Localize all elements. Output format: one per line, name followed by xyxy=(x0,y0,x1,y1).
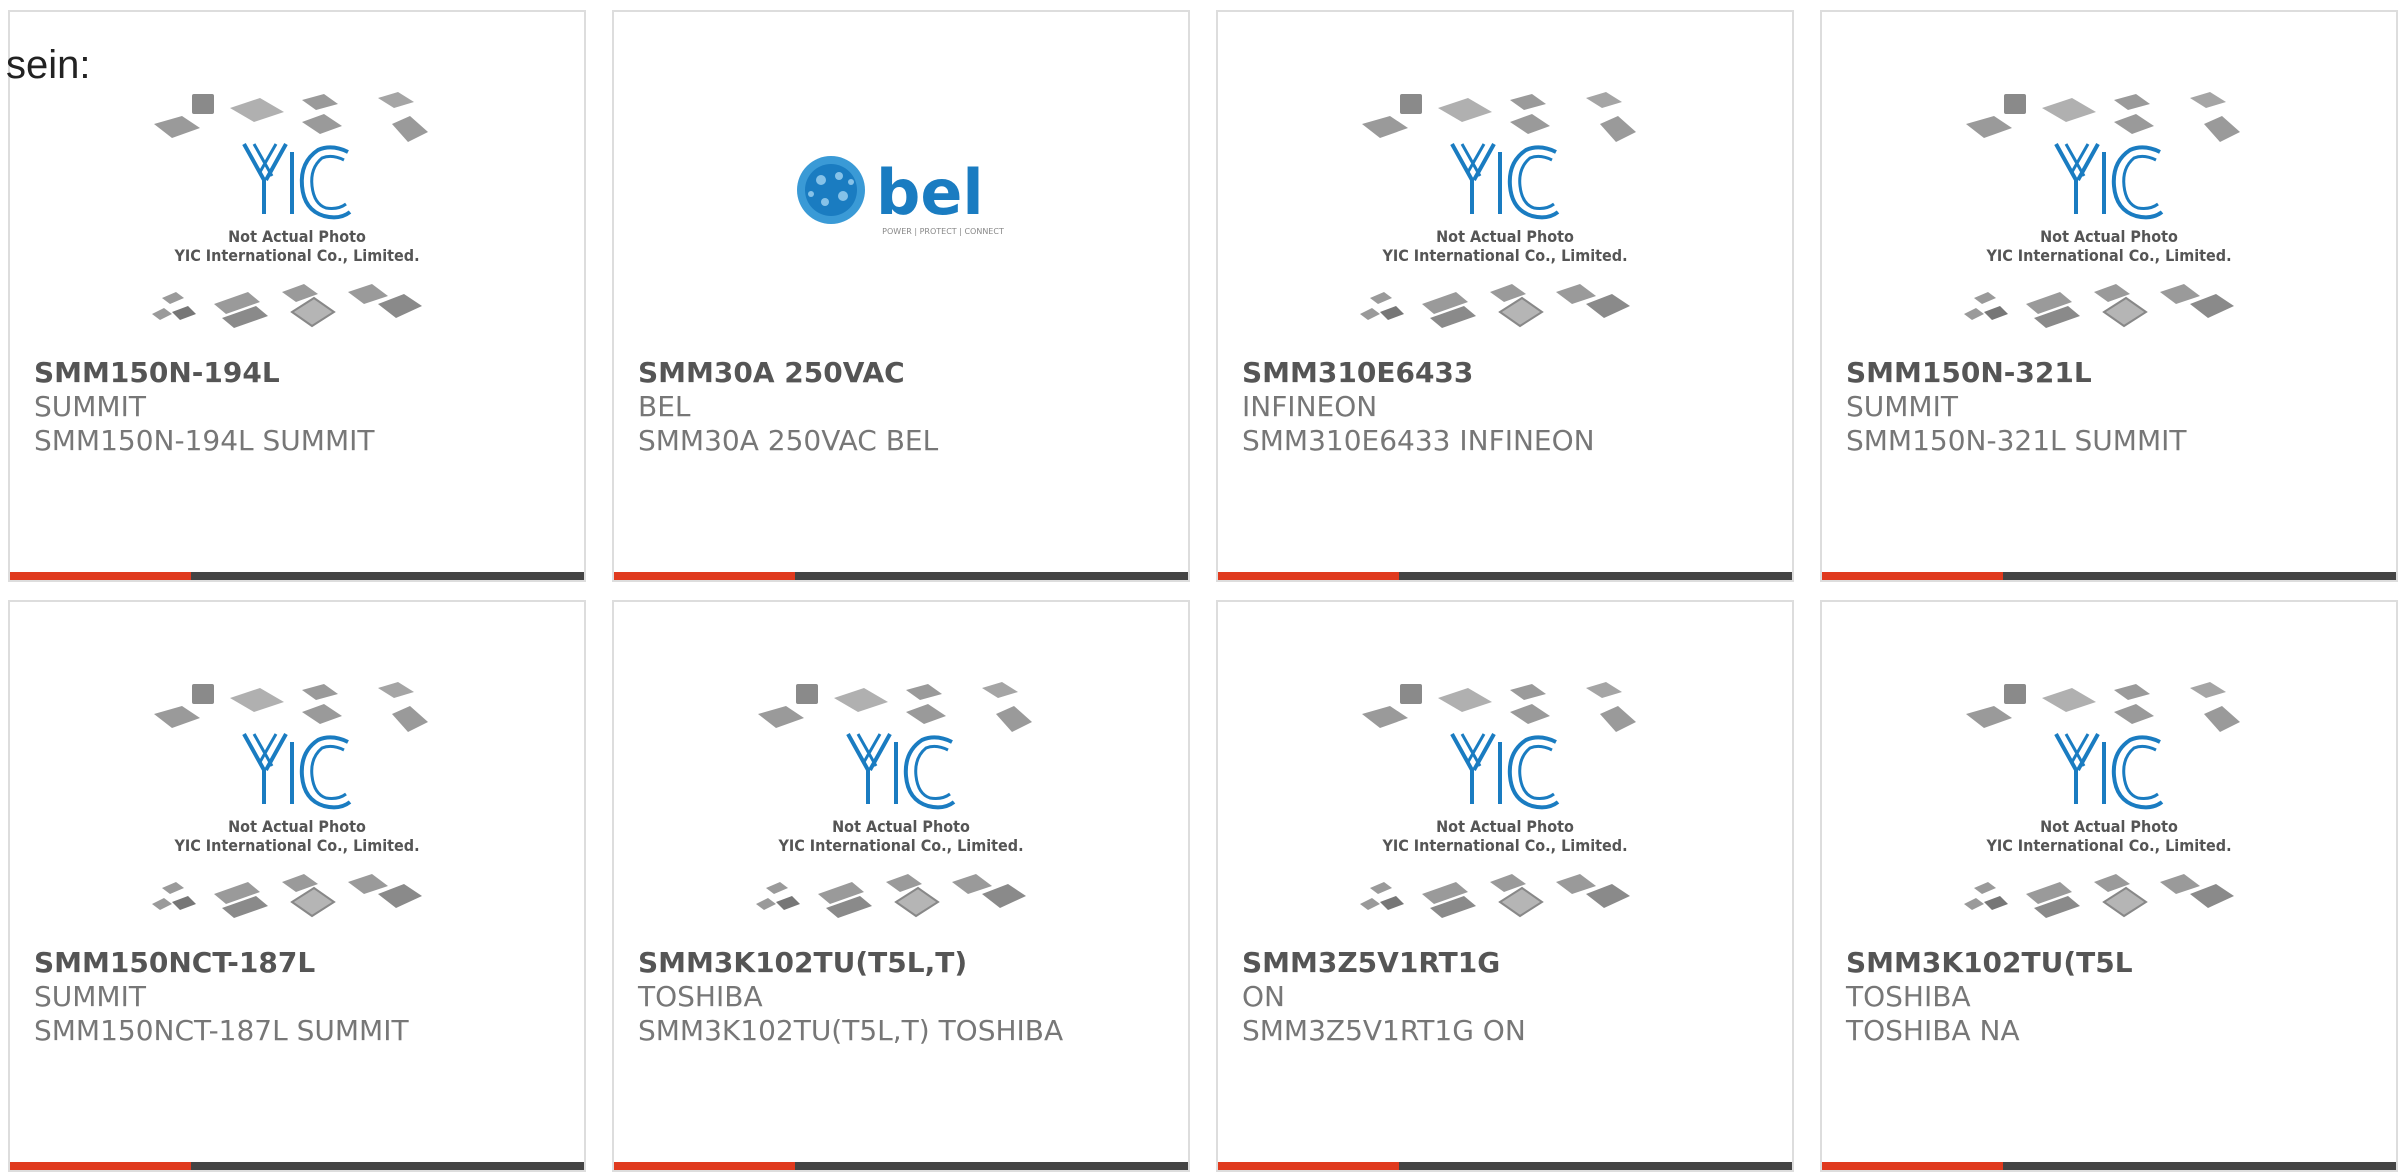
manufacturer: INFINEON xyxy=(1242,390,1378,423)
card-bottom-bar xyxy=(614,572,1188,580)
product-card[interactable]: bel POWER | PROTECT | CONNECT SMM30A 250… xyxy=(612,10,1190,582)
card-accent-bar xyxy=(1822,1162,2003,1170)
product-info: SMM3K102TU(T5L TOSHIBA TOSHIBA NA xyxy=(1846,946,2376,1048)
manufacturer: ON xyxy=(1242,980,1285,1013)
placeholder-line-1: Not Actual Photo xyxy=(1436,817,1574,836)
card-bottom-bar xyxy=(1218,1162,1792,1170)
card-accent-bar xyxy=(1822,572,2003,580)
description: SMM150NCT-187L SUMMIT xyxy=(34,1014,409,1047)
placeholder-line-1: Not Actual Photo xyxy=(228,227,366,246)
product-card[interactable]: Not Actual Photo YIC International Co., … xyxy=(8,10,586,582)
card-bottom-bar xyxy=(1822,1162,2396,1170)
product-image[interactable]: Not Actual Photo YIC International Co., … xyxy=(1218,92,1792,362)
placeholder-line-2: YIC International Co., Limited. xyxy=(1985,246,2231,265)
product-info: SMM150N-321L SUMMIT SMM150N-321L SUMMIT xyxy=(1846,356,2376,458)
product-image[interactable]: bel POWER | PROTECT | CONNECT xyxy=(614,92,1188,362)
bel-logo-icon: bel POWER | PROTECT | CONNECT xyxy=(797,156,1004,236)
manufacturer: TOSHIBA xyxy=(638,980,763,1013)
manufacturer: SUMMIT xyxy=(34,980,146,1013)
card-bottom-bar xyxy=(614,1162,1188,1170)
product-info: SMM3K102TU(T5L,T) TOSHIBA SMM3K102TU(T5L… xyxy=(638,946,1168,1048)
product-info: SMM30A 250VAC BEL SMM30A 250VAC BEL xyxy=(638,356,1168,458)
not-actual-photo-placeholder-icon: Not Actual Photo YIC International Co., … xyxy=(1964,92,2240,328)
product-info: SMM150NCT-187L SUMMIT SMM150NCT-187L SUM… xyxy=(34,946,564,1048)
card-bottom-bar xyxy=(10,572,584,580)
card-accent-bar xyxy=(10,572,191,580)
card-bottom-bar xyxy=(1822,572,2396,580)
placeholder-line-2: YIC International Co., Limited. xyxy=(1381,246,1627,265)
placeholder-line-1: Not Actual Photo xyxy=(1436,227,1574,246)
intro-text: sein: xyxy=(6,43,91,87)
manufacturer: TOSHIBA xyxy=(1846,980,1971,1013)
product-card[interactable]: Not Actual Photo YIC International Co., … xyxy=(1216,10,1794,582)
manufacturer: BEL xyxy=(638,390,691,423)
placeholder-line-1: Not Actual Photo xyxy=(228,817,366,836)
description: SMM150N-194L SUMMIT xyxy=(34,424,375,457)
product-card[interactable]: Not Actual Photo YIC International Co., … xyxy=(1216,600,1794,1172)
product-image[interactable]: Not Actual Photo YIC International Co., … xyxy=(1218,682,1792,952)
card-accent-bar xyxy=(10,1162,191,1170)
part-number[interactable]: SMM3Z5V1RT1G xyxy=(1242,946,1772,980)
card-accent-bar xyxy=(614,1162,795,1170)
not-actual-photo-placeholder-icon: Not Actual Photo YIC International Co., … xyxy=(152,92,428,328)
part-number[interactable]: SMM150N-194L xyxy=(34,356,564,390)
not-actual-photo-placeholder-icon: Not Actual Photo YIC International Co., … xyxy=(756,682,1032,918)
product-card[interactable]: Not Actual Photo YIC International Co., … xyxy=(8,600,586,1172)
not-actual-photo-placeholder-icon: Not Actual Photo YIC International Co., … xyxy=(1360,682,1636,918)
product-image[interactable]: Not Actual Photo YIC International Co., … xyxy=(10,682,584,952)
bel-wordmark: bel xyxy=(876,156,984,229)
placeholder-line-1: Not Actual Photo xyxy=(832,817,970,836)
card-accent-bar xyxy=(1218,572,1399,580)
bel-tagline: POWER | PROTECT | CONNECT xyxy=(882,227,1004,236)
product-card[interactable]: Not Actual Photo YIC International Co., … xyxy=(1820,10,2398,582)
product-card[interactable]: Not Actual Photo YIC International Co., … xyxy=(1820,600,2398,1172)
placeholder-line-2: YIC International Co., Limited. xyxy=(173,246,419,265)
description: SMM3Z5V1RT1G ON xyxy=(1242,1014,1526,1047)
product-image[interactable]: Not Actual Photo YIC International Co., … xyxy=(1822,92,2396,362)
product-info: SMM310E6433 INFINEON SMM310E6433 INFINEO… xyxy=(1242,356,1772,458)
placeholder-line-2: YIC International Co., Limited. xyxy=(173,836,419,855)
product-info: SMM150N-194L SUMMIT SMM150N-194L SUMMIT xyxy=(34,356,564,458)
placeholder-line-2: YIC International Co., Limited. xyxy=(777,836,1023,855)
description: TOSHIBA NA xyxy=(1846,1014,2020,1047)
not-actual-photo-placeholder-icon: Not Actual Photo YIC International Co., … xyxy=(152,682,428,918)
not-actual-photo-placeholder-icon: Not Actual Photo YIC International Co., … xyxy=(1964,682,2240,918)
card-accent-bar xyxy=(614,572,795,580)
product-info: SMM3Z5V1RT1G ON SMM3Z5V1RT1G ON xyxy=(1242,946,1772,1048)
card-bottom-bar xyxy=(10,1162,584,1170)
product-image[interactable]: Not Actual Photo YIC International Co., … xyxy=(1822,682,2396,952)
card-accent-bar xyxy=(1218,1162,1399,1170)
product-image[interactable]: Not Actual Photo YIC International Co., … xyxy=(614,682,1188,952)
part-number[interactable]: SMM3K102TU(T5L,T) xyxy=(638,946,1168,980)
placeholder-line-2: YIC International Co., Limited. xyxy=(1985,836,2231,855)
not-actual-photo-placeholder-icon: Not Actual Photo YIC International Co., … xyxy=(1360,92,1636,328)
description: SMM310E6433 INFINEON xyxy=(1242,424,1595,457)
part-number[interactable]: SMM150NCT-187L xyxy=(34,946,564,980)
part-number[interactable]: SMM310E6433 xyxy=(1242,356,1772,390)
placeholder-line-1: Not Actual Photo xyxy=(2040,817,2178,836)
description: SMM150N-321L SUMMIT xyxy=(1846,424,2187,457)
product-image[interactable]: Not Actual Photo YIC International Co., … xyxy=(10,92,584,362)
description: SMM30A 250VAC BEL xyxy=(638,424,939,457)
product-card[interactable]: Not Actual Photo YIC International Co., … xyxy=(612,600,1190,1172)
card-bottom-bar xyxy=(1218,572,1792,580)
part-number[interactable]: SMM30A 250VAC xyxy=(638,356,1168,390)
description: SMM3K102TU(T5L,T) TOSHIBA xyxy=(638,1014,1064,1047)
product-grid: Not Actual Photo YIC International Co., … xyxy=(0,0,2407,1172)
manufacturer: SUMMIT xyxy=(1846,390,1958,423)
part-number[interactable]: SMM150N-321L xyxy=(1846,356,2376,390)
manufacturer: SUMMIT xyxy=(34,390,146,423)
placeholder-line-1: Not Actual Photo xyxy=(2040,227,2178,246)
placeholder-line-2: YIC International Co., Limited. xyxy=(1381,836,1627,855)
part-number[interactable]: SMM3K102TU(T5L xyxy=(1846,946,2376,980)
